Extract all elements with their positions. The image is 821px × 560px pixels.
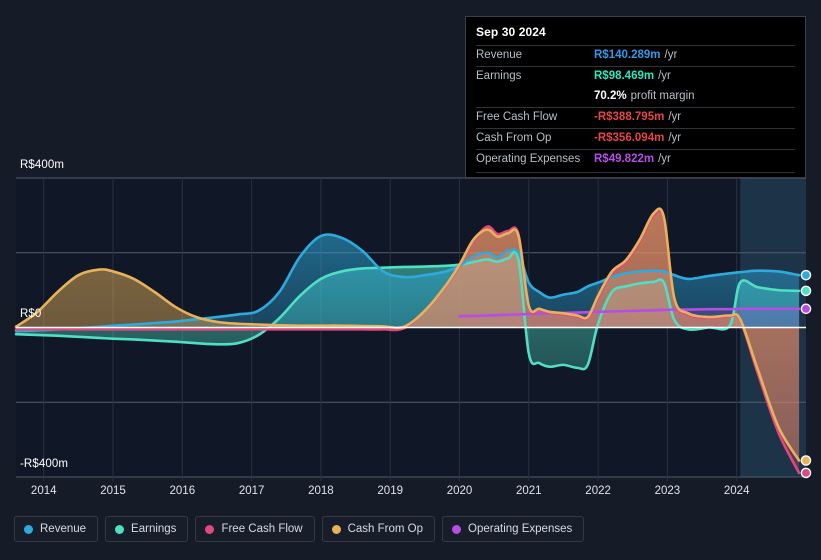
tooltip-row-label: Free Cash Flow (476, 111, 558, 123)
tooltip-row-unit: /yr (664, 49, 678, 61)
tooltip-row-unit: profit margin (630, 90, 695, 102)
legend-color-dot-icon (24, 524, 33, 534)
tooltip-bottom-rule (476, 172, 795, 173)
x-axis-tick-2021: 2021 (516, 485, 542, 497)
chart-legend: Revenue Earnings Free Cash Flow Cash From O… (14, 516, 585, 542)
x-axis-tick-2022: 2022 (585, 485, 611, 497)
tooltip-row-value: R$140.289m (594, 49, 661, 61)
chart-tooltip: Sep 30 2024 Revenue R$140.289m/yr Earnings… (465, 16, 806, 178)
tooltip-row-unit: /yr (668, 111, 682, 123)
endpoint-revenue (800, 269, 812, 281)
legend-item-label: Free Cash Flow (221, 523, 303, 535)
legend-item-label: Revenue (40, 523, 87, 535)
x-axis-tick-2017: 2017 (238, 485, 265, 497)
x-axis-tick-2023: 2023 (654, 485, 681, 497)
x-axis-tick-2016: 2016 (169, 485, 196, 497)
legend-item-earnings[interactable]: Earnings (105, 516, 189, 542)
endpoint-free-cash-flow (800, 467, 812, 479)
legend-item-label: Operating Expenses (468, 523, 573, 535)
x-axis-tick-2020: 2020 (446, 485, 473, 497)
legend-item-revenue[interactable]: Revenue (14, 516, 99, 542)
y-axis-label-bottom: -R$400m (20, 458, 68, 470)
y-axis-label-zero: R$0 (20, 308, 42, 320)
legend-item-label: Earnings (131, 523, 177, 535)
tooltip-row-value: -R$388.795m (594, 111, 665, 123)
legend-item-label: Cash From Op (347, 523, 424, 535)
tooltip-row-value: 70.2% (594, 90, 627, 102)
tooltip-row-unit: /yr (658, 70, 671, 82)
endpoint-cash-from-op (800, 455, 812, 466)
legend-item-cash-from-op[interactable]: Cash From Op (321, 516, 436, 542)
financial-chart: R$400m R$0 -R$400m 2014 2015 2016 2017 2018 2… (0, 0, 821, 560)
x-axis-tick-2015: 2015 (100, 485, 126, 497)
tooltip-row-value: -R$356.094m (594, 132, 665, 144)
tooltip-row: Earnings R$98.469m/yr (476, 66, 795, 87)
tooltip-row-label: Cash From Op (476, 132, 552, 144)
legend-color-dot-icon (115, 524, 125, 534)
x-axis-tick-2019: 2019 (377, 485, 403, 497)
tooltip-row-unit: /yr (658, 153, 671, 165)
legend-item-free-cash-flow[interactable]: Free Cash Flow (195, 516, 315, 542)
tooltip-row-label: Revenue (476, 49, 523, 61)
tooltip-rows: Revenue R$140.289m/yr Earnings R$98.469m/yr… (476, 45, 795, 170)
tooltip-row-label: Earnings (476, 70, 522, 82)
tooltip-date: Sep 30 2024 (476, 25, 546, 39)
endpoint-operating-expenses (800, 303, 812, 315)
tooltip-row-value: R$49.822m (594, 153, 655, 165)
endpoint-earnings (800, 285, 812, 297)
tooltip-row-unit: /yr (668, 132, 682, 144)
tooltip-row: Operating Expenses R$49.822m/yr (476, 149, 795, 170)
tooltip-row-label: Operating Expenses (476, 153, 581, 165)
tooltip-row-value: R$98.469m (594, 70, 655, 82)
x-axis-tick-2018: 2018 (308, 485, 334, 497)
tooltip-row: Free Cash Flow -R$388.795m/yr (476, 107, 795, 128)
legend-item-operating-expenses[interactable]: Operating Expenses (442, 516, 585, 542)
tooltip-row: Revenue R$140.289m/yr (476, 45, 795, 66)
tooltip-row: 70.2% profit margin (476, 87, 795, 107)
x-axis-tick-2014: 2014 (30, 485, 57, 497)
tooltip-row: Cash From Op -R$356.094m/yr (476, 128, 795, 149)
legend-color-dot-icon (205, 524, 215, 534)
x-axis-tick-2024: 2024 (723, 485, 750, 497)
y-axis-label-top: R$400m (20, 159, 65, 171)
legend-color-dot-icon (331, 524, 341, 534)
legend-color-dot-icon (452, 524, 462, 534)
